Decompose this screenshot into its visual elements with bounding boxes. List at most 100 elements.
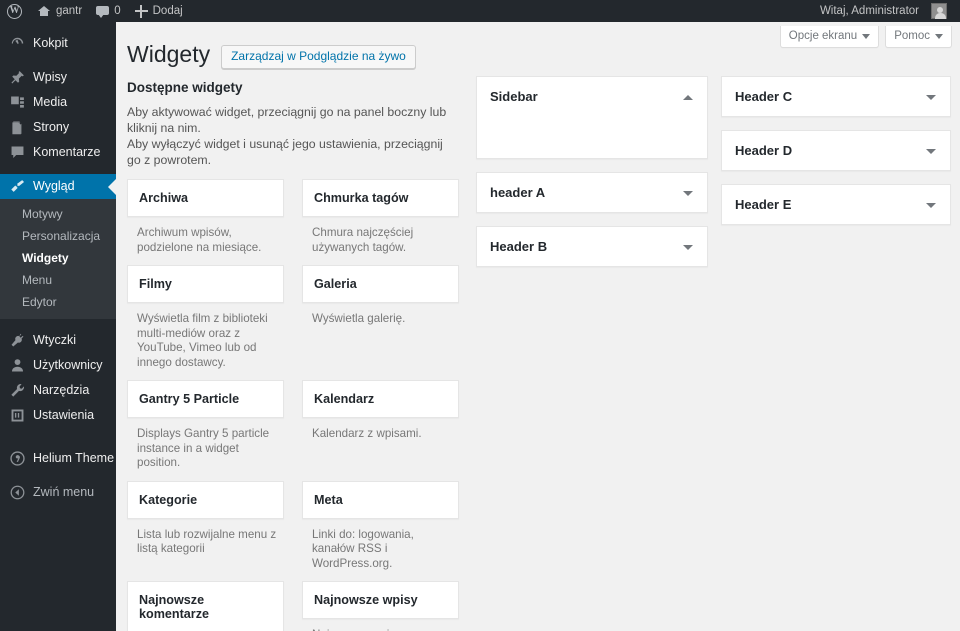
helium-icon: [9, 450, 26, 467]
widget-area-header[interactable]: Header D: [722, 131, 950, 170]
widget-description: Lista lub rozwijalne menu z listą katego…: [137, 527, 277, 556]
widget-area-name: Header D: [735, 143, 793, 158]
comments-button[interactable]: 0: [89, 0, 127, 22]
settings-icon: [9, 407, 26, 424]
collapse-left-icon: [9, 484, 26, 501]
widget-areas-column-1: Sidebar header A Header B: [476, 76, 708, 280]
sidebar-item-narzedzia[interactable]: Narzędzia: [0, 378, 116, 403]
submenu-item-menu[interactable]: Menu: [0, 269, 116, 291]
widget-description: Wyświetla galerię.: [312, 312, 406, 325]
widget-cell: Kalendarz Kalendarz z wpisami.: [302, 380, 459, 481]
collapse-menu-label: Zwiń menu: [33, 485, 95, 500]
widget-area-header[interactable]: header A: [477, 173, 707, 212]
widget-cell: Kategorie Lista lub rozwijalne menu z li…: [127, 480, 284, 582]
sidebar-item-wyglad[interactable]: Wygląd: [0, 174, 116, 199]
menu-spacer: [0, 165, 116, 174]
sidebar-item-wpisy[interactable]: Wpisy: [0, 65, 116, 90]
submenu-item-edytor[interactable]: Edytor: [0, 291, 116, 313]
widget-description: Wyświetla film z biblioteki multi-mediów…: [137, 312, 268, 369]
my-account-button[interactable]: Witaj, Administrator: [813, 0, 954, 22]
widget-description: Displays Gantry 5 particle instance in a…: [137, 427, 270, 469]
menu-spacer: [0, 471, 116, 480]
media-icon: [9, 94, 26, 111]
chevron-down-icon[interactable]: [925, 145, 937, 157]
description-line-1: Aby aktywować widget, przeciągnij go na …: [127, 105, 447, 135]
menu-spacer: [0, 437, 116, 446]
widget-gantry-5-particle[interactable]: Gantry 5 Particle: [127, 380, 284, 418]
pages-icon: [9, 119, 26, 136]
widget-chmurka-tagow[interactable]: Chmurka tagów: [302, 179, 459, 217]
sidebar-item-label: Helium Theme: [33, 451, 115, 466]
sidebar-item-media[interactable]: Media: [0, 90, 116, 115]
appearance-icon: [9, 178, 26, 195]
sidebar-item-wtyczki[interactable]: Wtyczki: [0, 328, 116, 353]
widget-archiwa[interactable]: Archiwa: [127, 179, 284, 217]
chevron-down-icon[interactable]: [925, 91, 937, 103]
comments-count: 0: [114, 5, 121, 17]
help-button[interactable]: Pomoc: [885, 26, 952, 48]
tools-icon: [9, 382, 26, 399]
widget-area-name: Header C: [735, 89, 793, 104]
widget-meta[interactable]: Meta: [302, 480, 459, 519]
sidebar-item-strony[interactable]: Strony: [0, 115, 116, 140]
wordpress-logo-icon: W: [7, 3, 22, 19]
avatar-icon: [931, 3, 947, 19]
sidebar-item-komentarze[interactable]: Komentarze: [0, 140, 116, 165]
widget-area-name: header A: [490, 185, 546, 200]
sidebar-item-kokpit[interactable]: Kokpit: [0, 31, 116, 56]
wp-logo-button[interactable]: W: [0, 0, 30, 22]
sidebar-item-helium-theme[interactable]: Helium Theme: [0, 446, 116, 471]
widget-description: Archiwum wpisów, podzielone na miesiące.: [137, 226, 262, 254]
widget-kategorie[interactable]: Kategorie: [127, 480, 284, 519]
new-content-button[interactable]: Dodaj: [128, 0, 190, 22]
widget-galeria[interactable]: Galeria: [302, 265, 459, 303]
widget-filmy[interactable]: Filmy: [127, 265, 284, 303]
plug-icon: [9, 332, 26, 349]
widget-area-header[interactable]: Header C: [722, 77, 950, 116]
chevron-down-icon: [935, 33, 943, 39]
menu-spacer: [0, 56, 116, 65]
sidebar-item-uzytkownicy[interactable]: Użytkownicy: [0, 353, 116, 378]
screen-options-label: Opcje ekranu: [788, 30, 858, 42]
widget-cell: Najnowsze wpisy Najnowsze wpisy na stron…: [302, 581, 459, 631]
available-widgets-description: Aby aktywować widget, przeciągnij go na …: [127, 104, 447, 168]
widget-area-name: Header B: [490, 239, 548, 254]
description-line-2: Aby wyłączyć widget i usunąć jego ustawi…: [127, 137, 443, 167]
home-icon: [37, 5, 51, 17]
page-header: Widgety Zarządzaj w Podglądzie na żywo: [127, 40, 416, 69]
comment-bubble-icon: [96, 5, 110, 18]
sidebar-item-ustawienia[interactable]: Ustawienia: [0, 403, 116, 428]
screen-meta-links: Opcje ekranu Pomoc: [779, 26, 952, 48]
new-content-label: Dodaj: [152, 5, 183, 17]
widget-area-header-e: Header E: [721, 184, 951, 225]
available-widgets-panel: Dostępne widgety Aby aktywować widget, p…: [127, 80, 461, 631]
collapse-menu-button[interactable]: Zwiń menu: [0, 480, 116, 505]
page-title: Widgety: [127, 41, 211, 67]
site-name-button[interactable]: gantr: [30, 0, 89, 22]
widget-area-header-b: Header B: [476, 226, 708, 267]
manage-in-live-preview-button[interactable]: Zarządzaj w Podglądzie na żywo: [221, 44, 416, 69]
widget-area-header[interactable]: Header B: [477, 227, 707, 266]
sidebar-item-label: Strony: [33, 120, 70, 135]
widget-kalendarz[interactable]: Kalendarz: [302, 380, 459, 418]
chevron-down-icon[interactable]: [925, 199, 937, 211]
chevron-up-icon[interactable]: [682, 91, 694, 103]
widget-description: Chmura najczęściej używanych tagów.: [312, 226, 414, 254]
sidebar-item-label: Komentarze: [33, 145, 101, 160]
widget-najnowsze-wpisy[interactable]: Najnowsze wpisy: [302, 581, 459, 619]
menu-spacer: [0, 22, 116, 31]
widget-area-header[interactable]: Header E: [722, 185, 950, 224]
admin-bar: W gantr 0 Dodaj Witaj, Administrator: [0, 0, 960, 22]
submenu-item-personalizacja[interactable]: Personalizacja: [0, 225, 116, 247]
dashboard-icon: [9, 35, 26, 52]
submenu-item-motywy[interactable]: Motywy: [0, 203, 116, 225]
widget-cell: Filmy Wyświetla film z biblioteki multi-…: [127, 265, 284, 380]
widget-area-header[interactable]: Sidebar: [477, 77, 707, 116]
chevron-down-icon[interactable]: [682, 241, 694, 253]
chevron-down-icon[interactable]: [682, 187, 694, 199]
widget-area-dropzone[interactable]: [477, 116, 707, 158]
widget-najnowsze-komentarze[interactable]: Najnowsze komentarze: [127, 581, 284, 631]
submenu-item-widgety[interactable]: Widgety: [0, 247, 116, 269]
site-name-label: gantr: [56, 5, 83, 17]
screen-options-button[interactable]: Opcje ekranu: [779, 26, 880, 48]
